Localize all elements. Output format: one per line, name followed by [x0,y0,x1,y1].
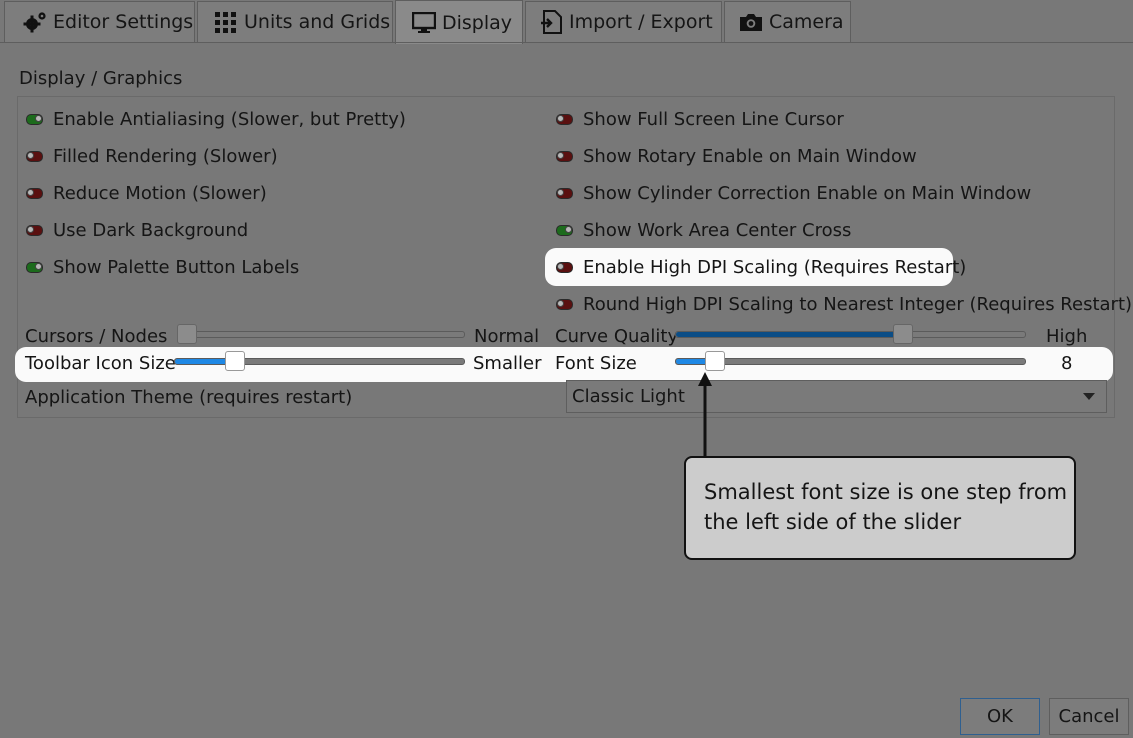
toolbar-icon-size-label: Toolbar Icon Size [25,353,176,374]
option-show-cylinder-correction[interactable]: Show Cylinder Correction Enable on Main … [556,181,1031,205]
import-export-icon [541,10,562,34]
option-enable-antialiasing[interactable]: Enable Antialiasing (Slower, but Pretty) [26,107,406,131]
option-show-work-area-center-cross[interactable]: Show Work Area Center Cross [556,218,851,242]
font-size-slider-handle[interactable] [704,351,725,371]
curve-quality-slider[interactable] [675,331,1026,338]
cancel-button[interactable]: Cancel [1049,698,1129,735]
option-label: Enable Antialiasing (Slower, but Pretty) [53,108,406,130]
gears-icon [23,12,46,33]
group-title: Display / Graphics [19,68,183,89]
option-label: Show Rotary Enable on Main Window [583,145,917,167]
font-size-value: 8 [1061,353,1073,374]
toggle-off-icon[interactable] [26,187,43,199]
tab-label: Units and Grids [244,11,391,33]
toolbar-icon-size-end-label: Smaller [473,353,542,374]
option-label: Show Cylinder Correction Enable on Main … [583,182,1032,204]
tab-units-and-grids[interactable]: Units and Grids [197,1,393,42]
toggle-off-icon[interactable] [556,187,573,199]
toggle-off-icon[interactable] [26,224,43,236]
option-label: Show Work Area Center Cross [583,219,852,241]
option-show-palette-button-labels[interactable]: Show Palette Button Labels [26,255,299,279]
slider-fill [676,332,905,337]
camera-icon [740,14,762,31]
grid-icon [215,12,236,33]
option-label: Show Palette Button Labels [53,256,300,278]
toggle-on-icon[interactable] [26,261,43,273]
option-label: Use Dark Background [53,219,249,241]
toggle-off-icon[interactable] [556,261,573,273]
option-label: Round High DPI Scaling to Nearest Intege… [583,293,1133,315]
callout-arrow [698,372,712,458]
tab-display[interactable]: Display [395,0,523,44]
option-label: Filled Rendering (Slower) [53,145,278,167]
annotation-callout: Smallest font size is one step from the … [684,456,1076,560]
tab-camera[interactable]: Camera [724,1,851,42]
tab-label: Import / Export [569,11,713,33]
option-enable-high-dpi-scaling[interactable]: Enable High DPI Scaling (Requires Restar… [556,255,966,279]
application-theme-label: Application Theme (requires restart) [25,387,353,408]
toggle-off-icon[interactable] [556,113,573,125]
cursors-nodes-slider-handle[interactable] [177,324,197,344]
toggle-off-icon[interactable] [556,298,573,310]
toolbar-icon-size-slider[interactable] [174,358,465,365]
font-size-label: Font Size [555,353,637,374]
option-filled-rendering[interactable]: Filled Rendering (Slower) [26,144,278,168]
option-label: Reduce Motion (Slower) [53,182,267,204]
font-size-slider[interactable] [675,358,1026,365]
option-show-rotary-enable[interactable]: Show Rotary Enable on Main Window [556,144,917,168]
tab-label: Display [442,11,513,34]
monitor-icon [412,11,436,33]
chevron-down-icon [1083,393,1095,400]
option-use-dark-background[interactable]: Use Dark Background [26,218,248,242]
tab-label: Editor Settings [53,11,194,33]
tab-bar: Editor Settings Units and Grids Display … [0,0,1133,44]
tab-import-export[interactable]: Import / Export [525,1,722,42]
ok-button[interactable]: OK [960,698,1040,735]
option-label: Show Full Screen Line Cursor [583,108,844,130]
curve-quality-end-label: High [1046,326,1088,347]
tab-label: Camera [769,11,844,33]
tab-editor-settings[interactable]: Editor Settings [4,1,195,42]
option-reduce-motion[interactable]: Reduce Motion (Slower) [26,181,267,205]
toggle-on-icon[interactable] [556,224,573,236]
toggle-on-icon[interactable] [26,113,43,125]
option-full-screen-line-cursor[interactable]: Show Full Screen Line Cursor [556,107,844,131]
application-theme-value: Classic Light [572,386,685,407]
curve-quality-label: Curve Quality [555,326,679,347]
cursors-nodes-end-label: Normal [474,326,540,347]
toolbar-icon-size-slider-handle[interactable] [225,351,246,371]
toggle-off-icon[interactable] [26,150,43,162]
toggle-off-icon[interactable] [556,150,573,162]
application-theme-select[interactable]: Classic Light [566,380,1107,413]
cursors-nodes-slider[interactable] [177,331,465,338]
option-round-high-dpi-scaling[interactable]: Round High DPI Scaling to Nearest Intege… [556,292,1132,316]
option-label: Enable High DPI Scaling (Requires Restar… [583,256,967,278]
tab-panel-border [0,42,1133,43]
cursors-nodes-label: Cursors / Nodes [25,326,168,347]
curve-quality-slider-handle[interactable] [893,324,914,344]
